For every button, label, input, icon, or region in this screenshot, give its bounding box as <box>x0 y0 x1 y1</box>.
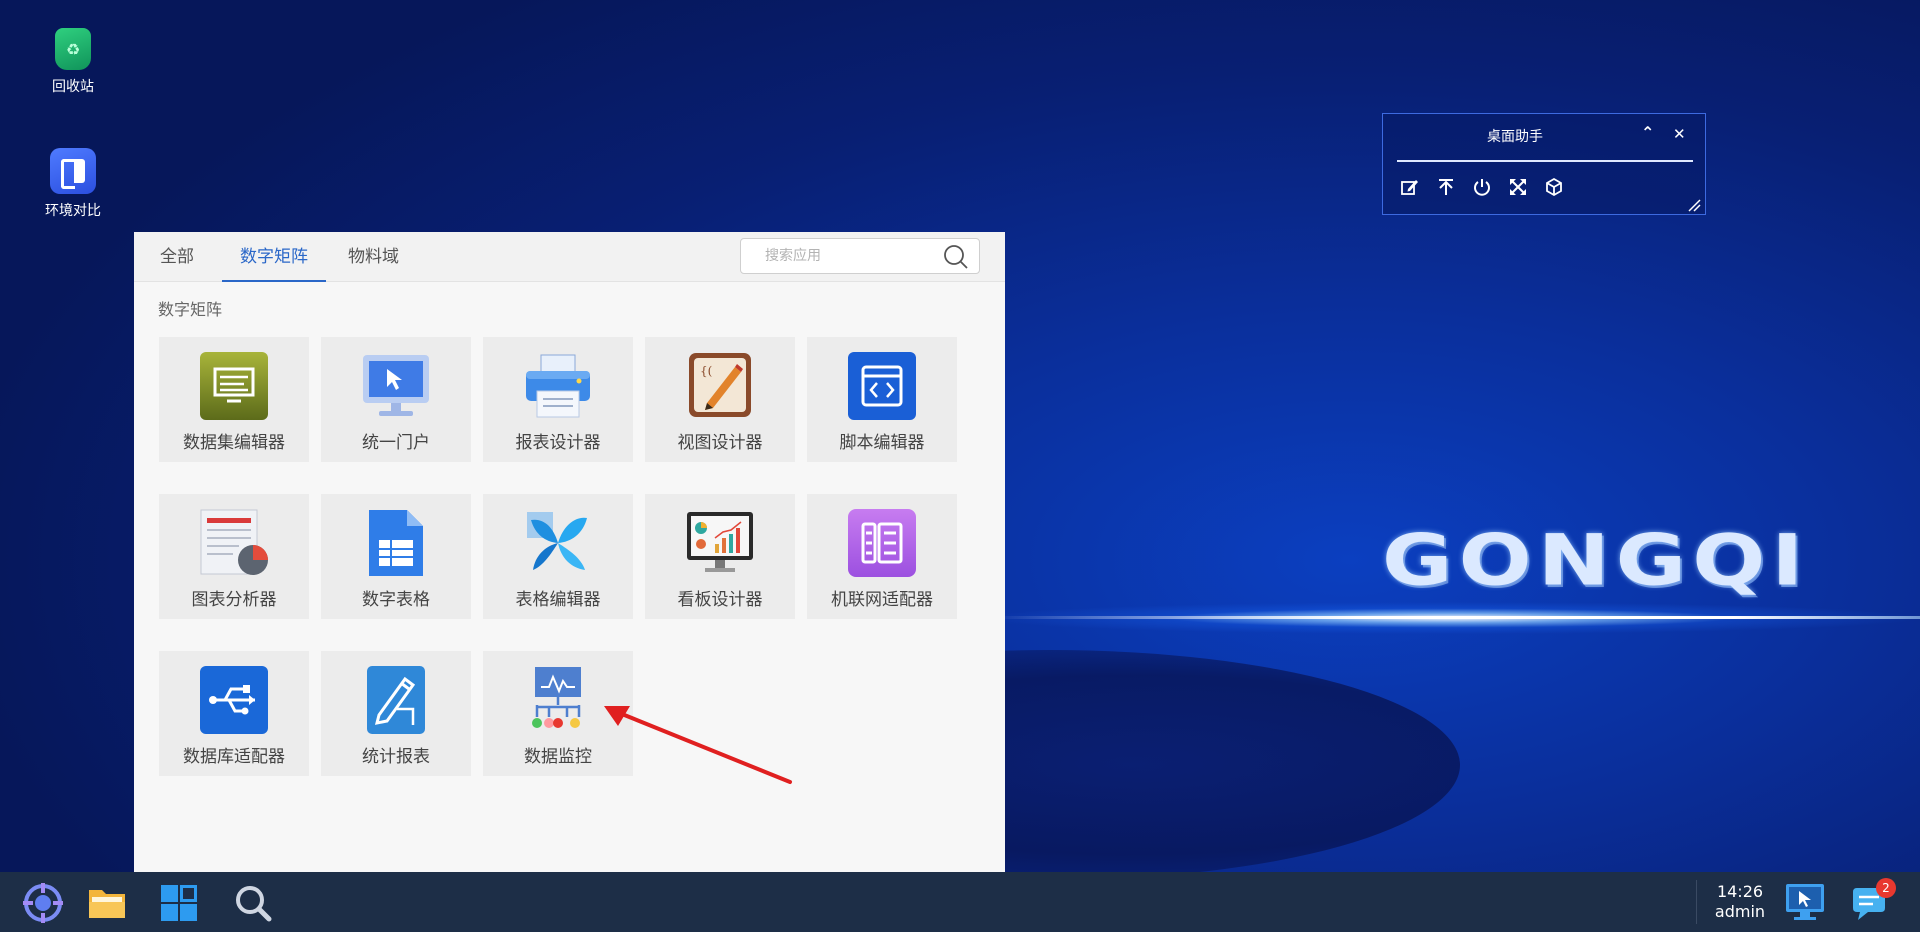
app-tile-unified-portal[interactable]: 统一门户 <box>321 337 471 462</box>
iot-adapter-icon <box>848 509 916 577</box>
section-title: 数字矩阵 <box>158 300 223 319</box>
brand-logo: GONGQI <box>1382 519 1810 602</box>
desktop-icon-label: 环境对比 <box>45 203 101 219</box>
dashboard-icon <box>687 512 753 572</box>
tab-digital-matrix[interactable]: 数字矩阵 <box>222 232 326 282</box>
app-tile-label: 表格编辑器 <box>515 590 601 610</box>
desktop-icon-recycle-bin[interactable]: 回收站 <box>18 28 128 96</box>
app-tile-label: 看板设计器 <box>677 590 763 610</box>
app-tile-label: 机联网适配器 <box>831 590 933 610</box>
dataset-editor-icon <box>200 352 268 420</box>
app-tile-database-adapter[interactable]: 数据库适配器 <box>159 651 309 776</box>
cube-icon[interactable] <box>1543 176 1565 198</box>
assistant-divider <box>1397 160 1693 162</box>
app-tile-label: 数据库适配器 <box>183 747 285 767</box>
tab-all[interactable]: 全部 <box>160 232 194 282</box>
windows-icon[interactable] <box>158 882 200 924</box>
app-tile-label: 视图设计器 <box>677 433 763 453</box>
spreadsheet-icon <box>369 510 423 576</box>
data-monitor-icon <box>532 667 581 728</box>
power-icon[interactable] <box>1471 176 1493 198</box>
app-tile-label: 统计报表 <box>362 747 430 767</box>
app-search-input[interactable] <box>765 239 955 273</box>
tab-material-domain[interactable]: 物料域 <box>348 232 399 282</box>
edit-icon[interactable] <box>1399 176 1421 198</box>
taskbar-separator <box>1696 880 1697 924</box>
notification-badge: 2 <box>1876 878 1896 898</box>
file-manager-icon[interactable] <box>86 882 128 924</box>
resize-handle-icon[interactable] <box>1687 198 1701 212</box>
app-tile-digital-spreadsheet[interactable]: 数字表格 <box>321 494 471 619</box>
app-tile-label: 报表设计器 <box>515 433 601 453</box>
view-designer-icon: {( <box>689 353 751 417</box>
clock-time: 14:26 <box>1716 882 1764 901</box>
app-tile-view-designer[interactable]: {( 视图设计器 <box>645 337 795 462</box>
remote-desktop-icon[interactable] <box>1784 881 1826 923</box>
background-light-line <box>990 616 1920 619</box>
start-menu-icon[interactable] <box>22 882 64 924</box>
app-tile-dashboard-designer[interactable]: 看板设计器 <box>645 494 795 619</box>
search-icon[interactable] <box>943 244 969 270</box>
usb-adapter-icon <box>200 666 268 734</box>
desktop-icon-environment-compare[interactable]: 环境对比 <box>18 148 128 220</box>
portal-icon <box>363 355 429 416</box>
svg-text:{(: {( <box>700 364 712 378</box>
app-launcher-panel: 全部 数字矩阵 物料域 数字矩阵 数据集编辑器 <box>134 232 1005 872</box>
stats-report-icon <box>367 666 425 734</box>
table-editor-icon <box>527 512 587 570</box>
annotation-arrow <box>604 706 792 784</box>
compare-icon <box>50 148 96 194</box>
app-tile-label: 统一门户 <box>362 433 430 453</box>
desktop-icon-label: 回收站 <box>52 79 94 95</box>
pin-top-icon[interactable] <box>1435 176 1457 198</box>
chart-analyzer-icon <box>200 509 268 575</box>
taskbar: 14:26 admin 2 <box>0 872 1920 932</box>
expand-icon[interactable] <box>1507 176 1529 198</box>
app-tile-table-editor[interactable]: 表格编辑器 <box>483 494 633 619</box>
taskbar-clock: 14:26 admin <box>1704 882 1776 922</box>
app-tile-label: 脚本编辑器 <box>839 433 925 453</box>
assistant-title: 桌面助手 <box>1487 129 1543 145</box>
app-tile-dataset-editor[interactable]: 数据集编辑器 <box>159 337 309 462</box>
app-tile-label: 数据集编辑器 <box>183 433 285 453</box>
app-tile-statistics-report[interactable]: 统计报表 <box>321 651 471 776</box>
printer-icon <box>526 354 590 418</box>
app-tile-label: 数字表格 <box>362 590 430 610</box>
app-search-box <box>740 238 980 274</box>
script-editor-icon <box>848 352 916 420</box>
recycle-bin-icon <box>55 28 91 70</box>
app-tile-report-designer[interactable]: 报表设计器 <box>483 337 633 462</box>
assistant-toolbar <box>1399 176 1565 198</box>
search-icon[interactable] <box>232 882 274 924</box>
app-tile-script-editor[interactable]: 脚本编辑器 <box>807 337 957 462</box>
close-icon[interactable]: ✕ <box>1673 125 1686 143</box>
desktop-assistant-panel: 桌面助手 ⌃ ✕ <box>1382 113 1706 215</box>
logged-in-user: admin <box>1714 902 1766 921</box>
app-tile-chart-analyzer[interactable]: 图表分析器 <box>159 494 309 619</box>
app-tile-label: 图表分析器 <box>191 590 277 610</box>
launcher-tab-bar: 全部 数字矩阵 物料域 <box>134 232 1005 282</box>
chevron-up-icon[interactable]: ⌃ <box>1641 123 1654 142</box>
app-tile-iot-adapter[interactable]: 机联网适配器 <box>807 494 957 619</box>
